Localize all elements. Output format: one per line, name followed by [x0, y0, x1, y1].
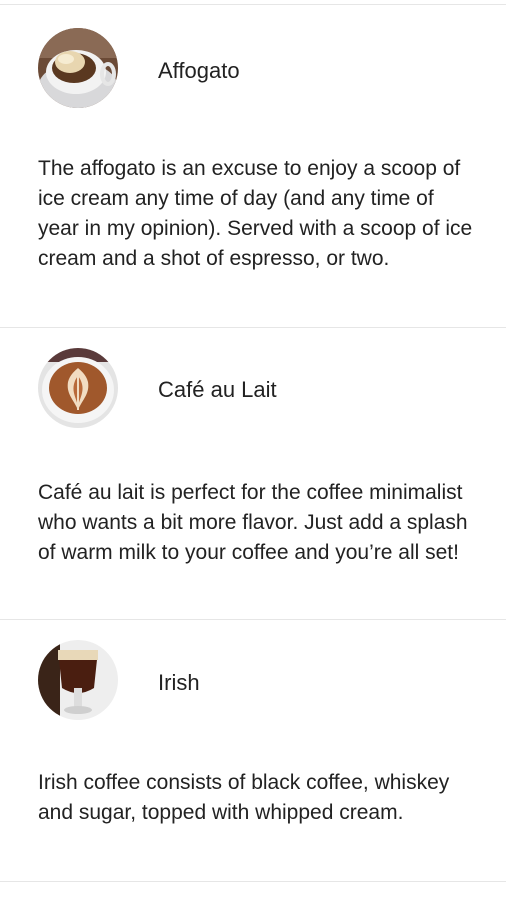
list-item-affogato[interactable]: Affogato The affogato is an excuse to en…: [0, 5, 506, 327]
item-title: Irish: [158, 670, 200, 695]
coffee-list: Affogato The affogato is an excuse to en…: [0, 0, 506, 900]
list-divider: [0, 881, 506, 882]
list-item-irish[interactable]: Irish Irish coffee consists of black cof…: [0, 620, 506, 880]
item-title: Café au Lait: [158, 377, 277, 402]
item-title: Affogato: [158, 58, 240, 83]
affogato-image-icon: [38, 28, 118, 108]
cafe-au-lait-image-icon: [38, 348, 118, 428]
item-description: Irish coffee consists of black coffee, w…: [38, 771, 450, 824]
item-description: Café au lait is perfect for the coffee m…: [38, 481, 468, 564]
irish-coffee-image-icon: [38, 640, 118, 720]
item-description: The affogato is an excuse to enjoy a sco…: [38, 157, 473, 270]
list-item-cafe-au-lait[interactable]: Café au Lait Café au lait is perfect for…: [0, 328, 506, 618]
